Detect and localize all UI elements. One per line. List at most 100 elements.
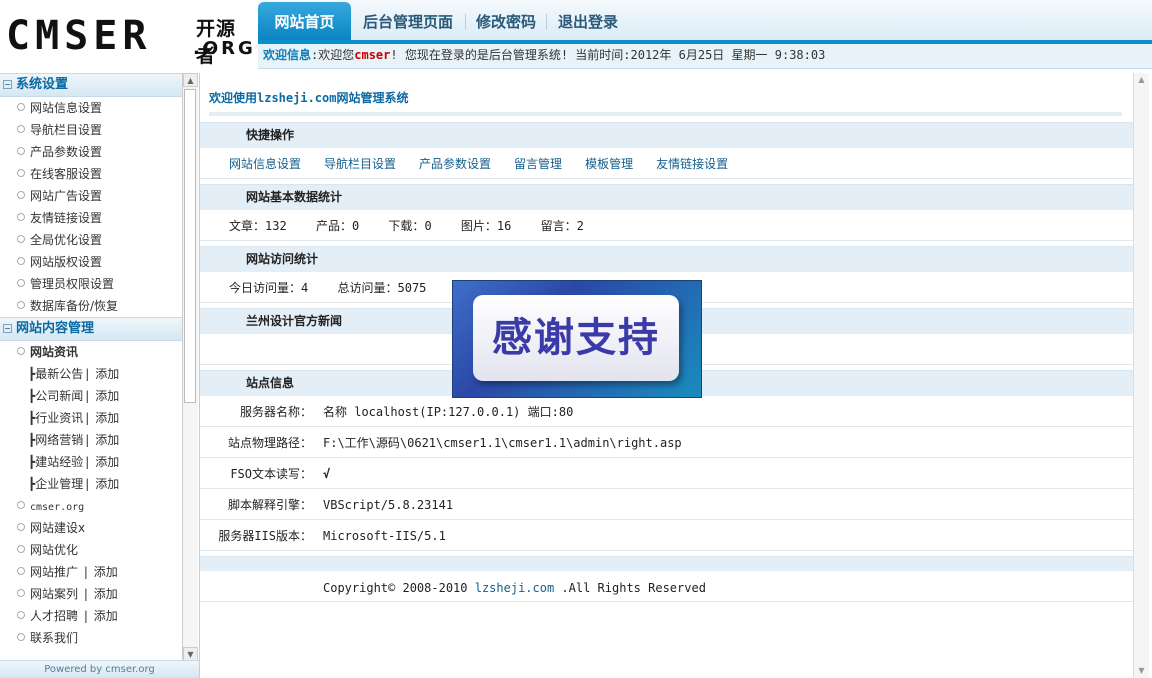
sidebar-category-content[interactable]: − 网站内容管理 — [0, 317, 182, 341]
bullet-icon — [17, 235, 25, 243]
copyright-link[interactable]: lzsheji.com — [475, 581, 554, 595]
sidebar-item-label: 友情链接设置 — [30, 211, 103, 225]
stat-value: 132 — [265, 219, 287, 233]
scroll-down-icon[interactable]: ▼ — [1134, 664, 1149, 678]
add-link[interactable]: 添加 — [95, 455, 119, 469]
sidebar-item-label: 产品参数设置 — [30, 145, 103, 159]
subitem-link[interactable]: ┣企业管理 — [28, 477, 83, 491]
sidebar-item-label: cmser.org — [30, 502, 85, 513]
copyright: Copyright© 2008-2010 lzsheji.com .All Ri… — [323, 571, 706, 605]
sidebar-item[interactable]: 产品参数设置 — [0, 141, 182, 163]
scroll-up-icon[interactable]: ▲ — [1134, 73, 1149, 87]
sidebar-item-label: 导航栏目设置 — [30, 123, 103, 137]
subitem-link[interactable]: ┣最新公告 — [28, 367, 83, 381]
collapse-icon: − — [3, 324, 12, 333]
sidebar-item-label: 网站广告设置 — [30, 189, 103, 203]
scroll-up-icon[interactable]: ▲ — [183, 73, 198, 87]
bullet-icon — [17, 523, 25, 531]
tab-change-password[interactable]: 修改密码 — [476, 8, 536, 40]
sidebar-item-label: 联系我们 — [30, 631, 79, 645]
quick-link[interactable]: 网站信息设置 — [229, 157, 301, 171]
welcome-prefix: :欢迎您 — [311, 48, 355, 62]
sidebar-subitem: ┣企业管理 | 添加 — [28, 477, 120, 491]
copyright-suffix: .All Rights Reserved — [554, 581, 706, 595]
stat-label: 图片： — [460, 219, 497, 233]
sidebar-item[interactable]: 网站信息设置 — [0, 97, 182, 119]
sidebar-item[interactable]: 网站优化 — [0, 539, 182, 561]
sidebar-item[interactable]: 在线客服设置 — [0, 163, 182, 185]
main-scrollbar[interactable]: ▲ ▼ — [1133, 73, 1149, 678]
welcome-message: ! 您现在登录的是后台管理系统! 当前时间:2012年 6月25日 星期一 9:… — [390, 48, 826, 62]
quick-links-row: 网站信息设置 导航栏目设置 产品参数设置 留言管理 模板管理 友情链接设置 — [200, 148, 1134, 179]
sidebar-category-system[interactable]: − 系统设置 — [0, 73, 182, 97]
sidebar-item-label: 网站推广 — [30, 565, 79, 579]
site-info-label: FSO文本读写： — [230, 467, 312, 481]
sidebar-item-label: 网站建设x — [30, 521, 86, 535]
section-label: 兰州设计官方新闻 — [246, 314, 343, 328]
subitem-link[interactable]: ┣行业资讯 — [28, 411, 83, 425]
sidebar-subhead-news[interactable]: 网站资讯 — [0, 341, 182, 363]
sidebar-subitem: ┣建站经验 | 添加 — [28, 455, 120, 469]
category-label: 网站内容管理 — [16, 321, 95, 336]
sidebar-item[interactable]: 人才招聘 | 添加 — [0, 605, 182, 627]
sidebar-item[interactable]: 数据库备份/恢复 — [0, 295, 182, 317]
sidebar-item[interactable]: 网站建设x — [0, 517, 182, 539]
quick-link[interactable]: 模板管理 — [585, 157, 633, 171]
welcome-label: 欢迎信息 — [263, 48, 312, 62]
top-navigation: 网站首页 后台管理页面 修改密码 退出登录 — [258, 0, 1152, 44]
welcome-username: cmser — [354, 48, 391, 62]
bullet-icon — [17, 103, 25, 111]
tab-admin[interactable]: 后台管理页面 — [363, 8, 453, 40]
quick-link[interactable]: 导航栏目设置 — [324, 157, 396, 171]
add-link[interactable]: 添加 — [94, 565, 118, 579]
bullet-icon — [17, 191, 25, 199]
subitem-link[interactable]: ┣网络营销 — [28, 433, 83, 447]
add-link[interactable]: 添加 — [95, 433, 119, 447]
bullet-icon — [17, 257, 25, 265]
subitem-link[interactable]: ┣建站经验 — [28, 455, 83, 469]
sidebar-item-label: 数据库备份/恢复 — [30, 299, 119, 313]
subitem-link[interactable]: ┣公司新闻 — [28, 389, 83, 403]
tab-home[interactable]: 网站首页 — [258, 2, 351, 40]
section-label: 网站访问统计 — [246, 252, 319, 266]
sidebar-item[interactable]: 导航栏目设置 — [0, 119, 182, 141]
quick-link[interactable]: 留言管理 — [514, 157, 562, 171]
add-link[interactable]: 添加 — [94, 587, 118, 601]
scrollbar-thumb[interactable] — [184, 89, 196, 403]
add-link[interactable]: 添加 — [95, 477, 119, 491]
sidebar-item[interactable]: 网站案列 | 添加 — [0, 583, 182, 605]
sidebar-item[interactable]: 网站广告设置 — [0, 185, 182, 207]
sidebar-item[interactable]: 全局优化设置 — [0, 229, 182, 251]
scroll-down-icon[interactable]: ▼ — [183, 647, 198, 661]
visits-total-value: 5075 — [397, 281, 427, 295]
sidebar-scrollbar[interactable]: ▲ ▼ — [182, 73, 198, 661]
tab-logout[interactable]: 退出登录 — [558, 8, 618, 40]
sidebar-item[interactable]: cmser.org — [0, 495, 182, 517]
site-info-label: 站点物理路径： — [227, 436, 312, 450]
add-link[interactable]: 添加 — [95, 389, 119, 403]
sidebar-item[interactable]: 网站推广 | 添加 — [0, 561, 182, 583]
add-link[interactable]: 添加 — [94, 609, 118, 623]
stat-label: 文章： — [229, 219, 266, 233]
quick-link[interactable]: 友情链接设置 — [656, 157, 728, 171]
quick-link[interactable]: 产品参数设置 — [419, 157, 491, 171]
sidebar-item-label: 全局优化设置 — [30, 233, 103, 247]
site-info-value: √ — [323, 467, 331, 481]
site-logo[interactable]: CMSER 开源者 .ORG — [6, 6, 254, 67]
add-link[interactable]: 添加 — [95, 367, 119, 381]
stat-label: 下载： — [388, 219, 425, 233]
bullet-icon — [17, 611, 25, 619]
sidebar-item[interactable]: 友情链接设置 — [0, 207, 182, 229]
sidebar-item[interactable]: 网站版权设置 — [0, 251, 182, 273]
bullet-icon — [17, 501, 25, 509]
bullet-icon — [17, 147, 25, 155]
sidebar-item[interactable]: 联系我们 — [0, 627, 182, 649]
sidebar-item[interactable]: 管理员权限设置 — [0, 273, 182, 295]
bullet-icon — [17, 567, 25, 575]
bullet-icon — [17, 169, 25, 177]
site-info-row: 服务器名称： 名称 localhost(IP:127.0.0.1) 端口:80 — [200, 396, 1134, 427]
section-label: 站点信息 — [246, 376, 295, 390]
add-link[interactable]: 添加 — [95, 411, 119, 425]
bullet-icon — [17, 545, 25, 553]
sidebar-item-label: 网站信息设置 — [30, 101, 103, 115]
